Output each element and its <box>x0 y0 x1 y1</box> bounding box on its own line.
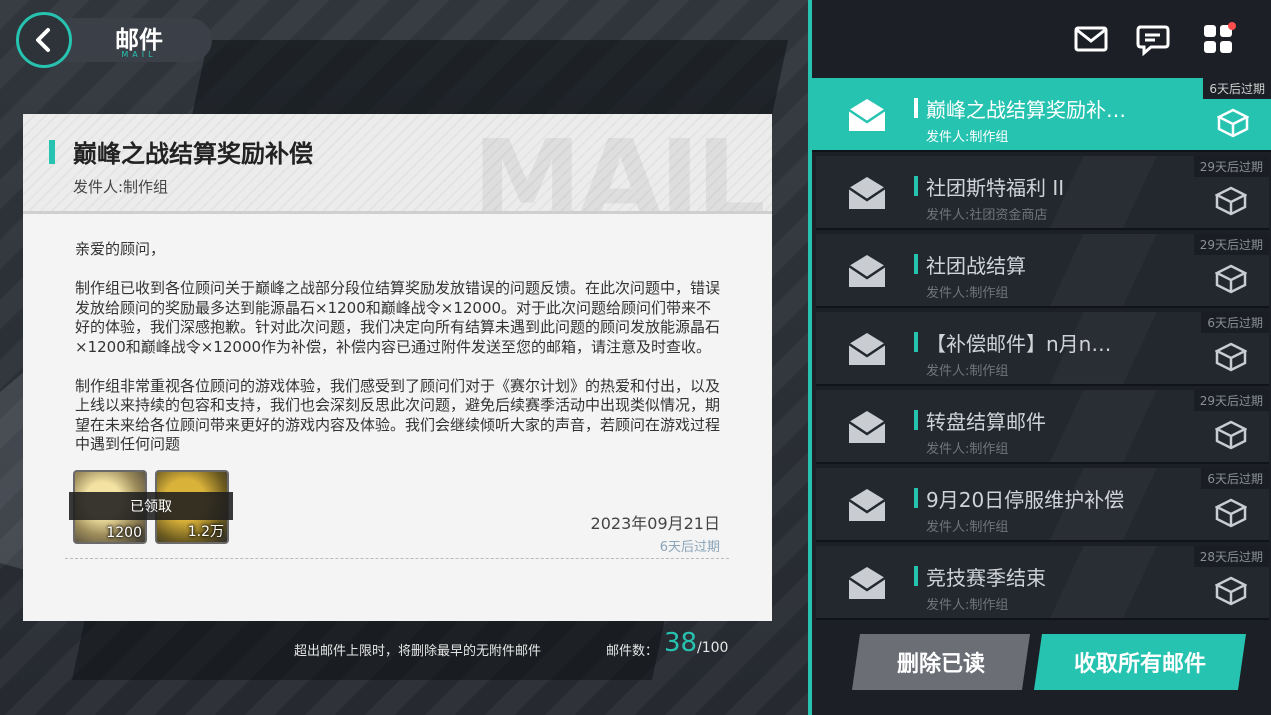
mail-list-item[interactable]: 竞技赛季结束 发件人:制作组 28天后过期 <box>816 546 1269 620</box>
mail-list-item[interactable]: 社团战结算 发件人:制作组 29天后过期 <box>816 234 1269 308</box>
mail-list-title: 巅峰之战结算奖励补… <box>926 98 1126 122</box>
mail-list-title: 9月20日停服维护补偿 <box>926 488 1125 512</box>
divider <box>65 558 729 559</box>
mail-list-expire: 29天后过期 <box>1193 390 1269 411</box>
mail-count-max: /100 <box>697 640 729 656</box>
mail-list-title: 社团战结算 <box>926 254 1026 278</box>
mail-list-title: 转盘结算邮件 <box>926 410 1046 434</box>
envelope-icon <box>848 177 886 209</box>
mail-date: 2023年09月21日 <box>590 514 720 533</box>
mail-list-title: 【补偿邮件】n月n… <box>926 332 1112 356</box>
mail-list-sender: 发件人:制作组 <box>926 286 1009 301</box>
mail-list-title: 竞技赛季结束 <box>926 566 1046 590</box>
title-accent <box>914 566 918 586</box>
mail-detail-card: MAIL 巅峰之战结算奖励补偿 发件人:制作组 亲爱的顾问， 制作组已收到各位顾… <box>23 114 772 621</box>
mail-body-paragraph: 制作组已收到各位顾问关于巅峰之战部分段位结算奖励发放错误的问题反馈。在此次问题中… <box>75 279 721 356</box>
back-button[interactable] <box>16 12 72 68</box>
mail-list-expire: 6天后过期 <box>1201 468 1269 489</box>
mail-list-sender: 发件人:制作组 <box>926 130 1009 145</box>
attachment-amount: 1200 <box>106 525 142 541</box>
envelope-icon <box>848 99 886 131</box>
gift-box-icon <box>1215 420 1247 450</box>
mail-list-title: 社团斯特福利 II <box>926 176 1065 200</box>
claimed-banner: 已领取 <box>69 492 233 520</box>
mail-body-paragraph: 亲爱的顾问， <box>75 240 166 258</box>
mail-expire: 6天后过期 <box>659 540 720 555</box>
mail-list-sender: 发件人:制作组 <box>926 442 1009 457</box>
mail-list-item[interactable]: 9月20日停服维护补偿 发件人:制作组 6天后过期 <box>816 468 1269 542</box>
mail-list-item[interactable]: 【补偿邮件】n月n… 发件人:制作组 6天后过期 <box>816 312 1269 386</box>
envelope-icon <box>848 333 886 365</box>
envelope-icon <box>848 411 886 443</box>
mail-list-item[interactable]: 社团斯特福利 II 发件人:社团资金商店 29天后过期 <box>816 156 1269 230</box>
mail-count: 38 <box>664 628 698 658</box>
title-accent <box>914 254 918 274</box>
gift-box-icon <box>1215 498 1247 528</box>
claim-all-button[interactable]: 收取所有邮件 <box>1034 634 1246 690</box>
mail-list-expire: 6天后过期 <box>1201 312 1269 333</box>
page-subtitle: MAIL <box>121 50 157 59</box>
gift-box-icon <box>1215 576 1247 606</box>
mail-list[interactable]: 巅峰之战结算奖励补… 发件人:制作组 6天后过期 社团斯特福利 II 发件人:社… <box>812 76 1271 624</box>
mail-watermark: MAIL <box>472 116 766 214</box>
mail-detail-header: MAIL 巅峰之战结算奖励补偿 发件人:制作组 <box>23 114 772 214</box>
mail-list-item[interactable]: 巅峰之战结算奖励补… 发件人:制作组 6天后过期 <box>812 78 1271 152</box>
mail-list-expire: 29天后过期 <box>1193 156 1269 177</box>
title-accent <box>914 332 918 352</box>
mail-icon[interactable] <box>1072 20 1110 58</box>
mail-list-sender: 发件人:制作组 <box>926 364 1009 379</box>
title-accent <box>914 488 918 508</box>
mail-sender: 发件人:制作组 <box>73 178 169 196</box>
mail-body[interactable]: 亲爱的顾问， 制作组已收到各位顾问关于巅峰之战部分段位结算奖励发放错误的问题反馈… <box>75 240 725 468</box>
mail-list-item[interactable]: 转盘结算邮件 发件人:制作组 29天后过期 <box>816 390 1269 464</box>
mail-list-expire: 28天后过期 <box>1193 546 1269 567</box>
mail-limit-note: 超出邮件上限时，将删除最早的无附件邮件 <box>294 644 542 659</box>
notification-dot <box>1228 22 1236 30</box>
mail-list-sender: 发件人:社团资金商店 <box>926 208 1048 223</box>
gift-box-icon <box>1215 342 1247 372</box>
back-arrow-icon <box>36 28 50 52</box>
mail-title: 巅峰之战结算奖励补偿 <box>73 140 313 168</box>
gift-box-icon <box>1215 264 1247 294</box>
chat-icon[interactable] <box>1134 20 1172 58</box>
attachment-amount: 1.2万 <box>187 524 224 540</box>
title-accent <box>914 410 918 430</box>
envelope-icon <box>848 489 886 521</box>
title-accent <box>914 98 918 118</box>
mail-list-sender: 发件人:制作组 <box>926 598 1009 613</box>
menu-grid-icon[interactable] <box>1200 20 1238 58</box>
title-accent <box>914 176 918 196</box>
mail-list-expire: 6天后过期 <box>1203 78 1271 99</box>
delete-read-button[interactable]: 删除已读 <box>852 634 1030 690</box>
mail-list-sender: 发件人:制作组 <box>926 520 1009 535</box>
envelope-icon <box>848 567 886 599</box>
mail-list-expire: 29天后过期 <box>1193 234 1269 255</box>
mail-list-panel: 巅峰之战结算奖励补… 发件人:制作组 6天后过期 社团斯特福利 II 发件人:社… <box>812 0 1271 715</box>
gift-box-icon <box>1217 108 1249 138</box>
envelope-icon <box>848 255 886 287</box>
gift-box-icon <box>1215 186 1247 216</box>
mail-body-paragraph: 制作组非常重视各位顾问的游戏体验，我们感受到了顾问们对于《赛尔计划》的热爱和付出… <box>75 376 721 454</box>
mail-count-label: 邮件数： <box>606 644 659 659</box>
title-accent <box>49 140 55 164</box>
